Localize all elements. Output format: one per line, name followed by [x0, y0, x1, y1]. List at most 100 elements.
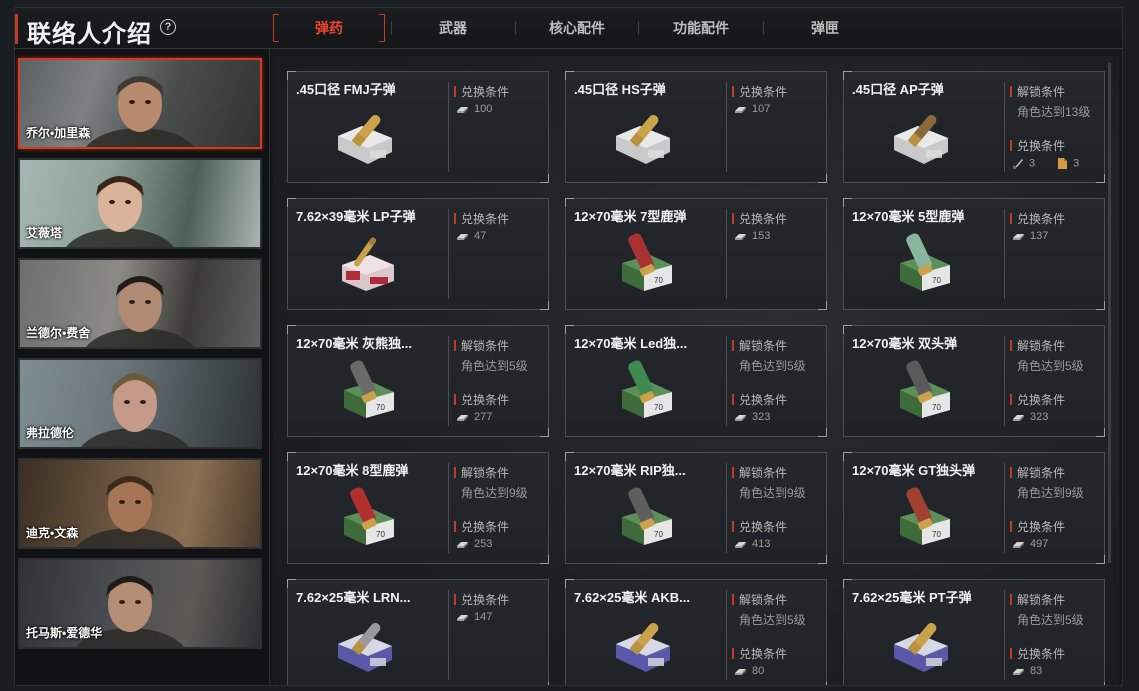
- item-name: .45口径 HS子弹: [574, 82, 666, 97]
- cost-amount: 497: [1030, 538, 1049, 550]
- card-divider: [1004, 209, 1005, 299]
- cost-amount: 3: [1029, 157, 1036, 170]
- character-card[interactable]: 托马斯•爱德华: [18, 558, 262, 649]
- ammo-item-card[interactable]: 12×70毫米 双头弹 70 解锁条件 角色达到5级 兑换条件 323: [843, 325, 1105, 437]
- unlock-condition: 解锁条件: [454, 464, 509, 481]
- item-name: 12×70毫米 Led独...: [574, 336, 688, 351]
- exchange-label: 兑换条件: [461, 520, 510, 534]
- exchange-condition: 兑换条件: [1010, 645, 1065, 662]
- ammo-item-card[interactable]: 12×70毫米 8型鹿弹 70 解锁条件 角色达到9级 兑换条件 253: [287, 452, 549, 564]
- silver-bar-icon: [735, 233, 746, 240]
- character-name: 艾薇塔: [26, 226, 63, 240]
- silver-bar-icon: [457, 106, 468, 113]
- ammo-item-card[interactable]: 7.62×25毫米 AKB... 解锁条件 角色达到5级 兑换条件 80: [565, 579, 827, 685]
- ammo-item-card[interactable]: 7.62×25毫米 LRN... 兑换条件 147: [287, 579, 549, 685]
- svg-text:70: 70: [376, 403, 385, 412]
- card-divider: [448, 336, 449, 426]
- exchange-cost: 83: [1012, 665, 1042, 677]
- unlock-requirement: 角色达到5级: [1017, 359, 1084, 373]
- exchange-cost: 413: [734, 538, 770, 550]
- card-divider: [448, 590, 449, 680]
- cost-amount: 277: [474, 411, 493, 423]
- item-name: .45口径 FMJ子弹: [296, 82, 396, 97]
- ammo-item-card[interactable]: .45口径 HS子弹 兑换条件 107: [565, 71, 827, 183]
- silver-bar-icon: [457, 541, 468, 548]
- cost-amount: 107: [752, 103, 771, 115]
- cost-amount: 83: [1030, 665, 1043, 677]
- exchange-condition: 兑换条件: [1010, 518, 1065, 535]
- card-divider: [448, 209, 449, 299]
- svg-text:70: 70: [376, 530, 385, 539]
- scrollbar[interactable]: [1108, 63, 1111, 563]
- card-divider: [726, 590, 727, 680]
- exchange-cost: 33: [1012, 157, 1079, 170]
- header: 联络人介绍 ? 弹药 武器 核心配件 功能配件 弹匣: [15, 8, 1122, 49]
- ammo-item-card[interactable]: 12×70毫米 7型鹿弹 70 兑换条件 153: [565, 198, 827, 310]
- exchange-cost: 137: [1012, 230, 1048, 242]
- character-name: 兰德尔•费舍: [26, 326, 91, 340]
- tab-function-parts[interactable]: 功能配件: [651, 14, 751, 42]
- character-card[interactable]: 迪克•文森: [18, 458, 262, 549]
- cost-amount: 137: [1030, 230, 1049, 242]
- ammo-item-card[interactable]: 7.62×39毫米 LP子弹 兑换条件 47: [287, 198, 549, 310]
- exchange-condition: 兑换条件: [732, 391, 787, 408]
- shotgun-shell-icon: 70: [900, 233, 950, 291]
- silver-bar-icon: [735, 541, 746, 548]
- ammo-item-card[interactable]: 12×70毫米 5型鹿弹 70 兑换条件 137: [843, 198, 1105, 310]
- exchange-condition: 兑换条件: [454, 591, 509, 608]
- tab-weapons[interactable]: 武器: [403, 14, 503, 42]
- cost-amount: 100: [474, 103, 493, 115]
- card-divider: [1004, 463, 1005, 553]
- character-card[interactable]: 乔尔•加里森: [18, 58, 262, 149]
- character-card[interactable]: 兰德尔•费舍: [18, 258, 262, 349]
- help-icon[interactable]: ?: [160, 19, 176, 35]
- shotgun-shell-icon: 70: [900, 487, 950, 545]
- ammo-item-card[interactable]: 7.62×25毫米 PT子弹 解锁条件 角色达到5级 兑换条件 83: [843, 579, 1105, 685]
- character-name: 乔尔•加里森: [26, 126, 91, 140]
- exchange-cost: 497: [1012, 538, 1048, 550]
- ammo-item-card[interactable]: 12×70毫米 灰熊独... 70 解锁条件 角色达到5级 兑换条件 277: [287, 325, 549, 437]
- unlock-label: 解锁条件: [461, 466, 510, 480]
- silver-bar-icon: [457, 233, 468, 240]
- exchange-cost: 107: [734, 103, 770, 115]
- exchange-cost: 323: [734, 411, 770, 423]
- exchange-label: 兑换条件: [1017, 393, 1066, 407]
- pistol-ammo-icon: [894, 623, 948, 672]
- exchange-condition: 兑换条件: [1010, 210, 1065, 227]
- exchange-condition: 兑换条件: [732, 83, 787, 100]
- exchange-cost: 47: [456, 230, 486, 242]
- item-name: 7.62×25毫米 LRN...: [296, 590, 411, 605]
- ammo-item-card[interactable]: .45口径 FMJ子弹 兑换条件 100: [287, 71, 549, 183]
- character-card[interactable]: 艾薇塔: [18, 158, 262, 249]
- character-card[interactable]: 弗拉德伦: [18, 358, 262, 449]
- exchange-label: 兑换条件: [739, 212, 788, 226]
- rifle-ammo-icon: [342, 237, 394, 291]
- exchange-condition: 兑换条件: [732, 210, 787, 227]
- contact-intro-window: 联络人介绍 ? 弹药 武器 核心配件 功能配件 弹匣 乔尔•加里森 艾薇塔兰德尔•…: [14, 7, 1123, 686]
- unlock-condition: 解锁条件: [732, 591, 787, 608]
- tab-magazines[interactable]: 弹匣: [775, 14, 875, 42]
- unlock-condition: 解锁条件: [1010, 464, 1065, 481]
- cost-amount: 323: [752, 411, 771, 423]
- cost-amount: 147: [474, 611, 493, 623]
- ammo-item-card[interactable]: 12×70毫米 RIP独... 70 解锁条件 角色达到9级 兑换条件 413: [565, 452, 827, 564]
- shotgun-shell-icon: 70: [344, 360, 394, 418]
- exchange-label: 兑换条件: [739, 393, 788, 407]
- pistol-ammo-icon: [338, 115, 392, 164]
- character-name: 托马斯•爱德华: [26, 626, 103, 640]
- ammo-item-card[interactable]: 12×70毫米 Led独... 70 解锁条件 角色达到5级 兑换条件 323: [565, 325, 827, 437]
- unlock-label: 解锁条件: [1017, 85, 1066, 99]
- exchange-cost: 153: [734, 230, 770, 242]
- tab-core-parts[interactable]: 核心配件: [527, 14, 627, 42]
- cost-amount: 153: [752, 230, 771, 242]
- pistol-ammo-icon: [616, 623, 670, 672]
- silver-bar-icon: [1013, 233, 1024, 240]
- ammo-item-card[interactable]: .45口径 AP子弹 解锁条件 角色达到13级 兑换条件 3 3: [843, 71, 1105, 183]
- item-name: 12×70毫米 灰熊独...: [296, 336, 412, 351]
- tab-ammo[interactable]: 弹药: [273, 14, 385, 42]
- ammo-item-card[interactable]: 12×70毫米 GT独头弹 70 解锁条件 角色达到9级 兑换条件 497: [843, 452, 1105, 564]
- unlock-label: 解锁条件: [739, 466, 788, 480]
- item-grid: .45口径 FMJ子弹 兑换条件 100.45口径 HS子弹 兑换条件 107.45口径…: [273, 56, 1119, 685]
- item-name: 12×70毫米 RIP独...: [574, 463, 686, 478]
- exchange-label: 兑换条件: [739, 520, 788, 534]
